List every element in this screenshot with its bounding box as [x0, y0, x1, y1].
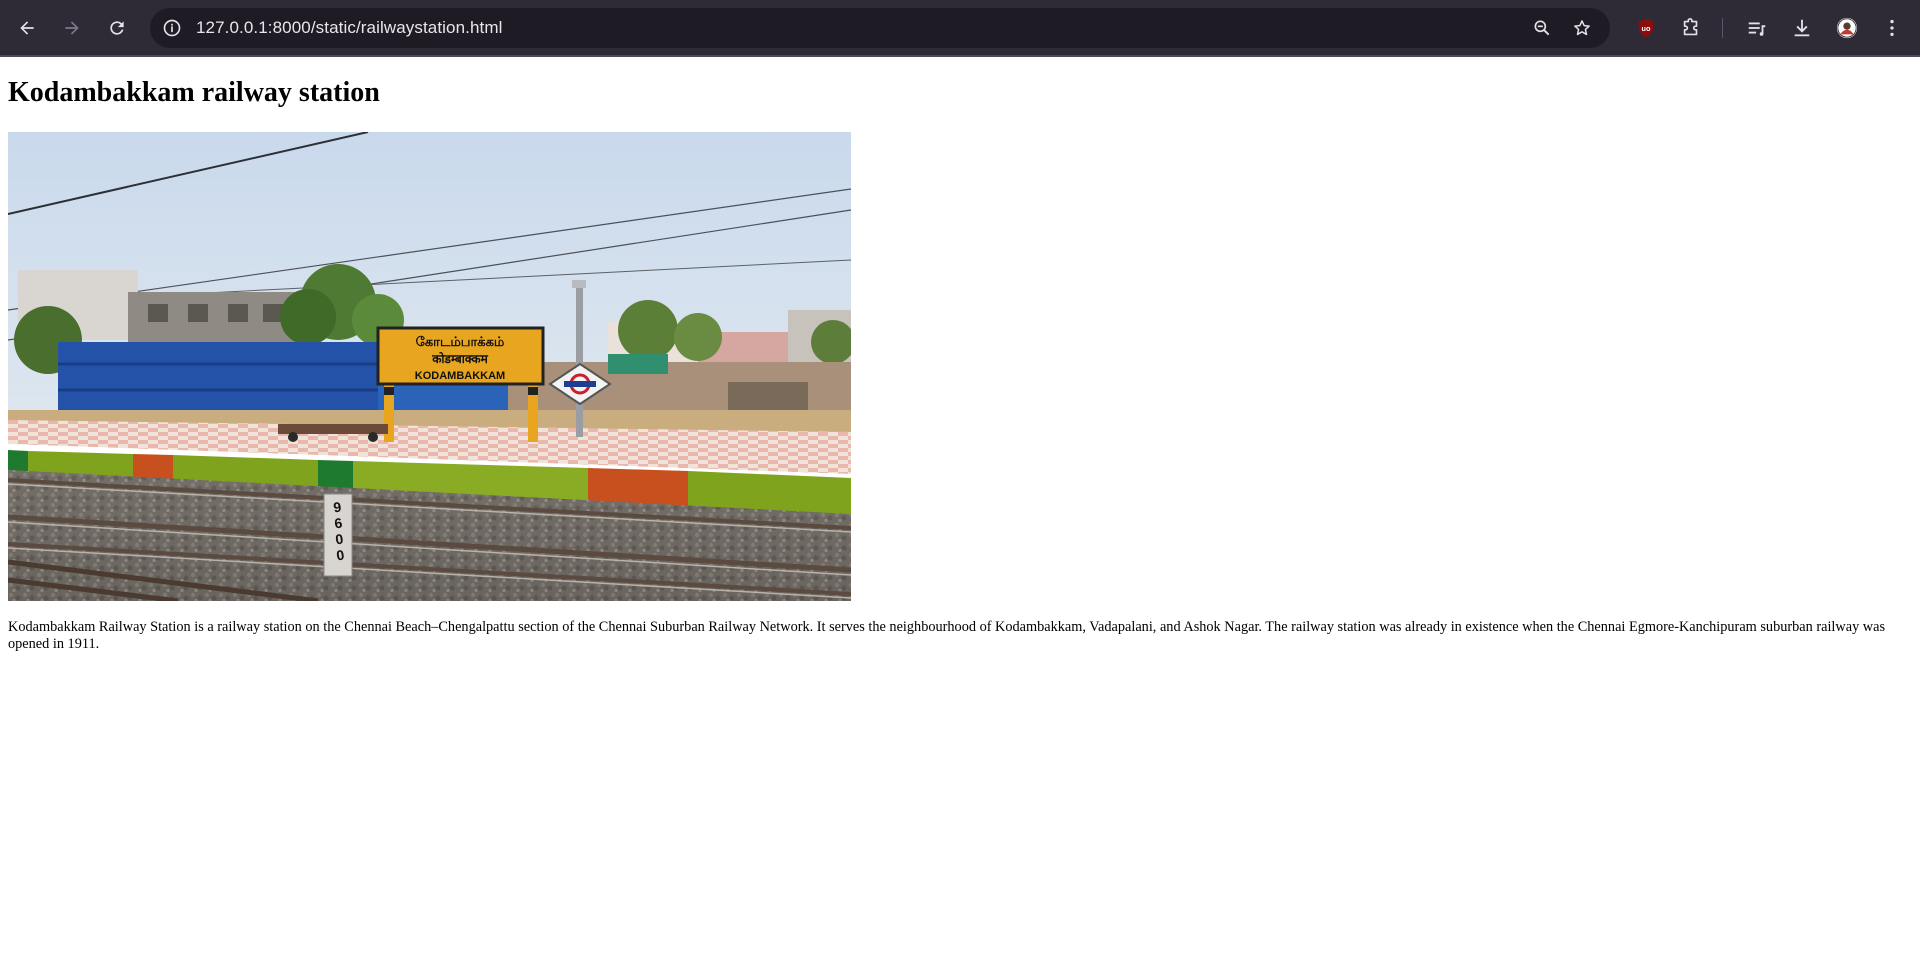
light-pole: [576, 282, 583, 437]
profile-button[interactable]: [1833, 14, 1861, 42]
more-menu-icon: [1890, 19, 1894, 37]
page-title: Kodambakkam railway station: [8, 77, 380, 108]
profile-avatar-icon: [1836, 17, 1858, 39]
browser-toolbar: 127.0.0.1:8000/static/railwaystation.htm…: [0, 0, 1920, 57]
station-description: Kodambakkam Railway Station is a railway…: [8, 619, 1886, 652]
sign-tamil-text: கோடம்பாக்கம்: [416, 335, 505, 350]
downloads-button[interactable]: [1788, 14, 1816, 42]
extensions-button[interactable]: [1677, 14, 1705, 42]
extensions-puzzle-icon: [1683, 18, 1698, 36]
sign-hindi-text: कोडम्बाक्कम: [431, 352, 488, 366]
sign-english-text: KODAMBAKKAM: [415, 370, 505, 382]
bookmark-star-icon: [1574, 20, 1590, 36]
svg-text:uo: uo: [1642, 24, 1651, 33]
reading-list-icon: [1748, 22, 1766, 36]
reload-icon: [110, 21, 124, 35]
address-bar[interactable]: 127.0.0.1:8000/static/railwaystation.htm…: [150, 8, 1610, 48]
menu-button[interactable]: [1878, 14, 1906, 42]
forward-button[interactable]: [56, 12, 88, 44]
ublock-extension-icon: uo: [1638, 18, 1654, 38]
zoom-out-icon: [1534, 20, 1550, 36]
site-info-button[interactable]: [158, 14, 186, 42]
bookmark-button[interactable]: [1570, 16, 1594, 40]
blue-containers: [58, 342, 378, 417]
back-button[interactable]: [11, 12, 43, 44]
forward-arrow-icon: [65, 21, 79, 35]
reload-button[interactable]: [101, 12, 133, 44]
site-info-icon: [163, 19, 181, 37]
station-photo: கோடம்பாக்கம் कोडम्बाक्कम KODAMBAKKAM 9 6…: [8, 132, 851, 601]
page-content: Kodambakkam railway station கோடம்பாக்கம்…: [0, 57, 1920, 965]
reading-list-button[interactable]: [1743, 14, 1771, 42]
zoom-button[interactable]: [1530, 16, 1554, 40]
download-icon: [1794, 19, 1810, 37]
toolbar-divider: [1722, 18, 1723, 38]
url-text[interactable]: 127.0.0.1:8000/static/railwaystation.htm…: [196, 18, 503, 38]
back-arrow-icon: [20, 21, 34, 35]
ublock-extension-button[interactable]: uo: [1632, 14, 1660, 42]
